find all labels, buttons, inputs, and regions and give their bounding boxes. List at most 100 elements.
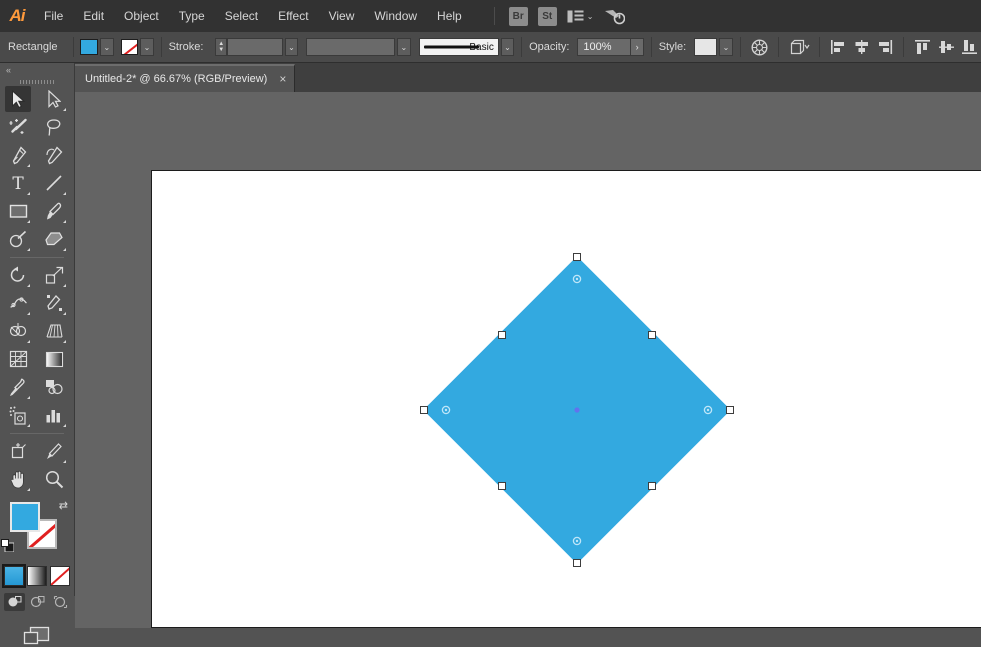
column-graph-tool-icon [46,409,60,422]
opacity-input[interactable]: 100% [577,38,632,56]
line-segment-tool[interactable] [41,170,67,196]
collapse-panel-button[interactable]: « [0,63,74,77]
blend-tool[interactable] [41,374,67,400]
drawing-mode-buttons [0,593,74,611]
stroke-color-swatch[interactable] [120,39,139,55]
align-top-button[interactable] [913,36,932,58]
fill-color-swatch[interactable] [80,39,99,55]
menu-item-object[interactable]: Object [114,0,169,32]
menu-bar-right-cluster: Br St ⌄ [490,6,626,26]
align-vertical-center-button[interactable] [936,36,955,58]
menu-item-edit[interactable]: Edit [73,0,114,32]
mesh-tool[interactable] [5,346,31,372]
stroke-weight-input[interactable] [227,38,283,56]
tool-flyout-indicator [63,460,66,463]
rectangle-tool[interactable] [5,198,31,224]
panel-drag-grip[interactable] [0,77,74,86]
zoom-tool-icon [45,470,63,488]
hand-tool[interactable] [5,466,31,492]
eyedropper-tool[interactable] [5,374,31,400]
none-mode-button[interactable] [50,566,70,586]
tool-flyout-indicator [63,220,66,223]
align-bottom-icon [961,40,977,54]
menu-item-window[interactable]: Window [364,0,427,32]
align-right-icon [879,40,893,54]
type-tool[interactable]: T [5,170,31,196]
free-transform-tool[interactable] [41,290,67,316]
menu-item-select[interactable]: Select [215,0,268,32]
stroke-weight-stepper[interactable]: ▲ ▼ [215,38,228,56]
transform-button[interactable] [788,36,810,58]
change-screen-mode-button[interactable] [22,625,52,647]
width-tool[interactable] [5,290,31,316]
artboard-tool[interactable] [5,438,31,464]
align-bottom-button[interactable] [960,36,979,58]
graphic-style-dropdown[interactable]: ⌄ [719,38,733,56]
stroke-profile-input[interactable] [306,38,396,56]
gradient-tool[interactable] [41,346,67,372]
stroke-weight-label: Stroke: [168,41,204,53]
document-tab[interactable]: Untitled-2* @ 66.67% (RGB/Preview) × [75,64,296,92]
tool-flyout-indicator [27,248,30,251]
control-bar: Rectangle ⌄ ⌄ Stroke: ▲ ▼ ⌄ ⌄ Basic ⌄ Op… [0,32,981,63]
brush-definition-field[interactable]: Basic [419,38,499,56]
color-mode-button[interactable] [2,564,26,588]
align-left-button[interactable] [829,36,848,58]
close-icon[interactable]: × [279,73,286,85]
tool-flyout-indicator [27,396,30,399]
stroke-weight-dropdown[interactable]: ⌄ [284,38,299,56]
magic-wand-tool-icon [9,118,27,134]
workspace-switcher-button[interactable]: ⌄ [567,10,594,23]
stock-button[interactable]: St [537,6,557,26]
menu-item-effect[interactable]: Effect [268,0,318,32]
lasso-tool[interactable] [41,114,67,140]
graphic-style-swatch[interactable] [694,38,718,56]
rotate-tool[interactable] [5,262,31,288]
default-fill-stroke-button[interactable] [1,539,14,552]
shaper-tool[interactable] [5,226,31,252]
direct-selection-tool[interactable] [41,86,67,112]
curvature-tool[interactable] [41,142,67,168]
bridge-button[interactable]: Br [508,6,528,26]
draw-inside-button[interactable] [50,593,71,611]
opacity-options-button[interactable]: › [631,38,644,56]
document-canvas[interactable] [75,92,981,628]
shape-builder-tool[interactable] [5,318,31,344]
symbol-sprayer-tool[interactable] [5,402,31,428]
brush-definition-dropdown[interactable]: ⌄ [500,38,515,56]
control-divider [650,37,652,57]
control-divider [903,37,905,57]
swap-fill-stroke-button[interactable]: ⇄ [59,499,68,512]
pen-tool-icon [12,145,26,164]
menu-item-view[interactable]: View [319,0,365,32]
change-screen-mode-icon [23,626,50,645]
selection-tool[interactable] [5,86,31,112]
scale-tool[interactable] [41,262,67,288]
fill-swatch-dropdown[interactable]: ⌄ [100,38,114,56]
menu-item-file[interactable]: File [34,0,73,32]
tool-flyout-indicator [27,164,30,167]
column-graph-tool[interactable] [41,402,67,428]
search-adobe-icon[interactable] [603,8,626,25]
chevron-down-icon: ⌄ [586,11,594,21]
pen-tool[interactable] [5,142,31,168]
draw-behind-button[interactable] [27,593,48,611]
draw-normal-button[interactable] [3,593,25,611]
zoom-tool[interactable] [41,466,67,492]
gradient-mode-button[interactable] [27,566,47,586]
align-horizontal-center-button[interactable] [852,36,871,58]
recolor-artwork-button[interactable] [749,36,768,58]
eraser-tool[interactable] [41,226,67,252]
stroke-profile-dropdown[interactable]: ⌄ [397,38,411,56]
perspective-grid-tool[interactable] [41,318,67,344]
magic-wand-tool[interactable] [5,114,31,140]
slice-tool[interactable] [41,438,67,464]
fill-color-indicator[interactable] [10,502,40,532]
perspective-grid-tool-icon [45,324,63,338]
align-right-button[interactable] [875,36,894,58]
menu-item-help[interactable]: Help [427,0,472,32]
stroke-swatch-dropdown[interactable]: ⌄ [140,38,154,56]
menu-item-type[interactable]: Type [169,0,215,32]
paintbrush-tool[interactable] [41,198,67,224]
eyedropper-tool-icon [10,378,25,396]
